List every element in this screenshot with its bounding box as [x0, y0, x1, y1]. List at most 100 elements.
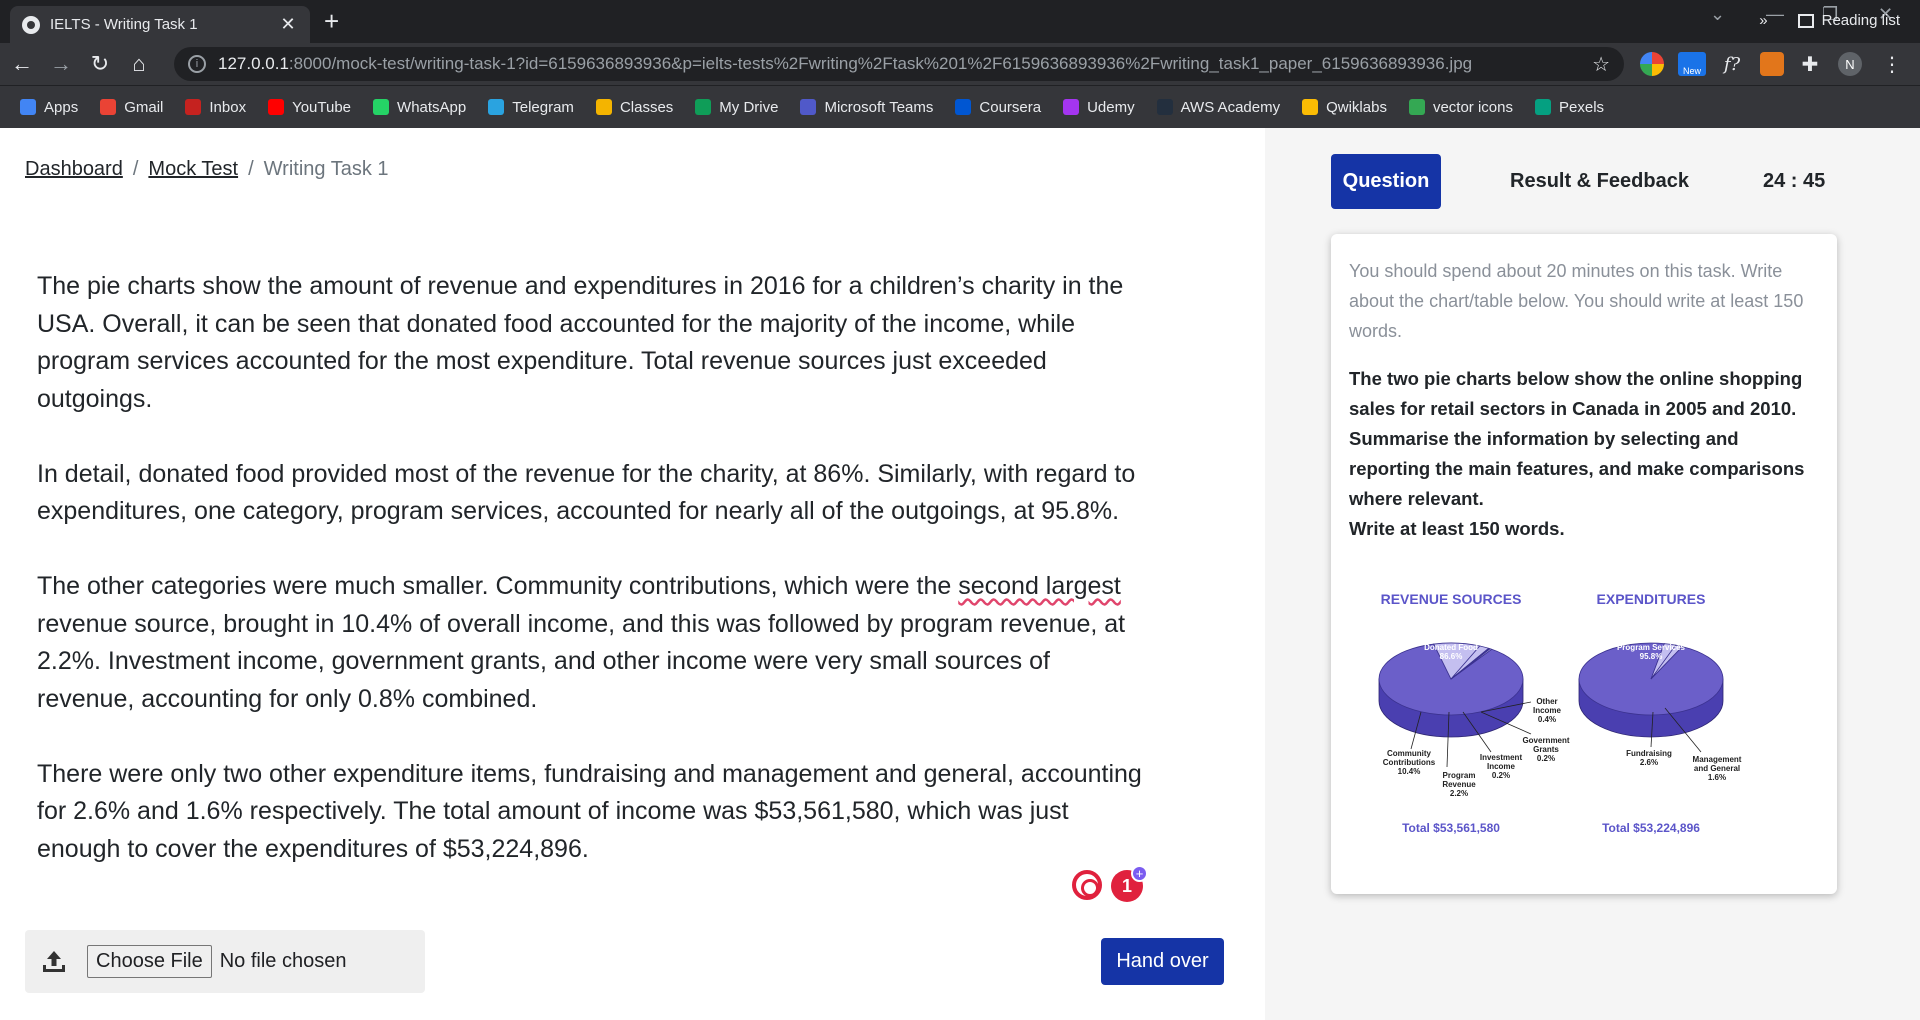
pie-slice-label: 0.2%: [1537, 754, 1555, 763]
bookmark-favicon-icon: [185, 99, 202, 115]
pie-slice-label: Fundraising: [1626, 749, 1672, 758]
bookmark-pexels[interactable]: Pexels: [1535, 99, 1604, 116]
bookmark-label: Classes: [619, 98, 674, 116]
bookmark-label: Microsoft Teams: [824, 98, 934, 116]
breadcrumb: Dashboard / Mock Test / Writing Task 1: [25, 158, 389, 181]
bookmark-aws-academy[interactable]: AWS Academy: [1156, 99, 1280, 116]
grammar-plus-icon[interactable]: +: [1131, 865, 1148, 882]
pie-slice-label: Income: [1533, 706, 1562, 715]
metamask-fox-icon[interactable]: [1760, 52, 1784, 76]
breadcrumb-mock-test-link[interactable]: Mock Test: [148, 158, 238, 180]
chart-total: Total $53,224,896: [1602, 821, 1700, 835]
reading-list-icon: [1797, 13, 1814, 28]
task-prompt: The two pie charts below show the online…: [1349, 364, 1823, 544]
hand-over-button[interactable]: Hand over: [1101, 938, 1224, 985]
pie-slice-label: 10.4%: [1398, 767, 1421, 776]
browser-tab[interactable]: IELTS - Writing Task 1 ✕: [10, 6, 310, 43]
bookmark-apps[interactable]: Apps: [20, 99, 78, 116]
pie-slice-label: and General: [1694, 764, 1740, 773]
new-extension-icon[interactable]: New: [1678, 52, 1706, 76]
profile-initial: N: [1845, 56, 1855, 72]
reload-icon[interactable]: ↻: [83, 47, 117, 81]
bookmark-my-drive[interactable]: My Drive: [695, 99, 778, 116]
forward-arrow-icon[interactable]: →: [44, 47, 78, 81]
bookmark-favicon-icon: [1408, 99, 1425, 115]
extension-new-badge: New: [1682, 66, 1701, 76]
task-word-requirement: Write at least 150 words.: [1349, 518, 1565, 539]
browser-menu-icon[interactable]: ⋮: [1880, 52, 1904, 76]
more-bookmarks-chevron[interactable]: »: [1759, 12, 1767, 29]
chart-title: EXPENDITURES: [1597, 591, 1706, 607]
bookmark-favicon-icon: [800, 99, 817, 115]
grammar-target-icon[interactable]: [1072, 870, 1102, 900]
breadcrumb-current: Writing Task 1: [263, 158, 389, 180]
bookmark-favicon-icon: [1156, 99, 1173, 115]
pie-slice-label: Investment: [1480, 753, 1523, 762]
pie-slice-label: 2.2%: [1450, 789, 1468, 798]
tab-close-icon[interactable]: ✕: [278, 14, 298, 35]
bookmark-qwiklabs[interactable]: Qwiklabs: [1302, 99, 1387, 116]
bookmark-microsoft-teams[interactable]: Microsoft Teams: [800, 99, 933, 116]
essay-pane: Dashboard / Mock Test / Writing Task 1 The p…: [0, 128, 1265, 1020]
essay-paragraph-4: There were only two other expenditure it…: [37, 759, 1142, 863]
bookmark-favicon-icon: [488, 99, 505, 115]
bookmark-inbox[interactable]: Inbox: [185, 99, 246, 116]
browser-tab-strip: IELTS - Writing Task 1 ✕ + ⌄ — ❐ ✕: [0, 0, 1920, 43]
bookmark-gmail[interactable]: Gmail: [100, 99, 163, 116]
pie-slice-label: Other: [1536, 697, 1557, 706]
pie-slice-label: Grants: [1533, 745, 1559, 754]
tab-search-icon[interactable]: ⌄: [1710, 4, 1725, 25]
essay-text-area[interactable]: The pie charts show the amount of revenu…: [37, 268, 1147, 906]
formula-extension-icon[interactable]: f?: [1720, 52, 1744, 76]
address-bar[interactable]: i 127.0.0.1 :8000/mock-test/writing-task…: [174, 47, 1624, 81]
breadcrumb-separator: /: [248, 158, 254, 180]
bookmark-favicon-icon: [955, 99, 972, 115]
bookmark-favicon-icon: [1535, 99, 1551, 115]
bookmark-telegram[interactable]: Telegram: [488, 99, 574, 116]
reading-list-button[interactable]: Reading list: [1822, 12, 1900, 29]
choose-file-button[interactable]: Choose File: [87, 945, 212, 978]
bookmark-label: YouTube: [292, 98, 352, 116]
pie-slice-label: 1.6%: [1708, 773, 1726, 782]
bookmark-favicon-icon: [20, 99, 36, 115]
bookmark-label: vector icons: [1432, 98, 1513, 116]
formula-extension-label: f?: [1723, 53, 1741, 75]
breadcrumb-dashboard-link[interactable]: Dashboard: [25, 158, 123, 180]
grammar-flagged-phrase[interactable]: second largest: [958, 572, 1121, 600]
pie-slice-label: Government: [1522, 736, 1569, 745]
pie-slice-label: 0.4%: [1538, 715, 1556, 724]
bookmark-star-icon[interactable]: ☆: [1592, 52, 1610, 77]
back-arrow-icon[interactable]: ←: [5, 47, 39, 81]
task-instructions: You should spend about 20 minutes on thi…: [1349, 261, 1804, 341]
bookmark-vector-icons[interactable]: vector icons: [1408, 98, 1513, 116]
chart-total: Total $53,561,580: [1402, 821, 1500, 835]
bookmark-favicon-icon: [695, 99, 712, 115]
bookmark-label: WhatsApp: [397, 98, 467, 116]
tab-result-feedback[interactable]: Result & Feedback: [1510, 170, 1689, 193]
bookmark-coursera[interactable]: Coursera: [955, 99, 1041, 116]
bookmark-classes[interactable]: Classes: [595, 98, 674, 116]
bookmark-label: Gmail: [124, 98, 164, 116]
bookmark-label: Coursera: [979, 98, 1042, 116]
bookmark-youtube[interactable]: YouTube: [268, 99, 351, 116]
chart-title: REVENUE SOURCES: [1381, 591, 1522, 607]
bookmark-favicon-icon: [268, 99, 285, 115]
color-wheel-extension-icon[interactable]: [1640, 52, 1664, 76]
question-panel: Question Result & Feedback 24 : 45 You s…: [1265, 128, 1920, 1020]
pie-slice-label: Revenue: [1442, 780, 1476, 789]
pie-slice-label: 0.2%: [1492, 771, 1510, 780]
home-icon[interactable]: ⌂: [122, 47, 156, 81]
question-card: You should spend about 20 minutes on thi…: [1331, 234, 1837, 894]
profile-avatar[interactable]: N: [1838, 52, 1862, 76]
bookmark-whatsapp[interactable]: WhatsApp: [373, 99, 466, 116]
pie-slice-label: Management: [1693, 755, 1742, 764]
new-tab-button[interactable]: +: [324, 6, 339, 36]
site-info-icon[interactable]: i: [188, 55, 206, 73]
pie-slice-label: Program: [1443, 771, 1476, 780]
pie-slice-label: Contributions: [1383, 758, 1436, 767]
file-upload-box: Choose File No file chosen: [25, 930, 425, 993]
extensions-puzzle-icon[interactable]: ✚: [1798, 52, 1822, 76]
tab-question[interactable]: Question: [1331, 154, 1441, 209]
pie-slice-label: Income: [1487, 762, 1516, 771]
bookmark-udemy[interactable]: Udemy: [1063, 99, 1135, 116]
